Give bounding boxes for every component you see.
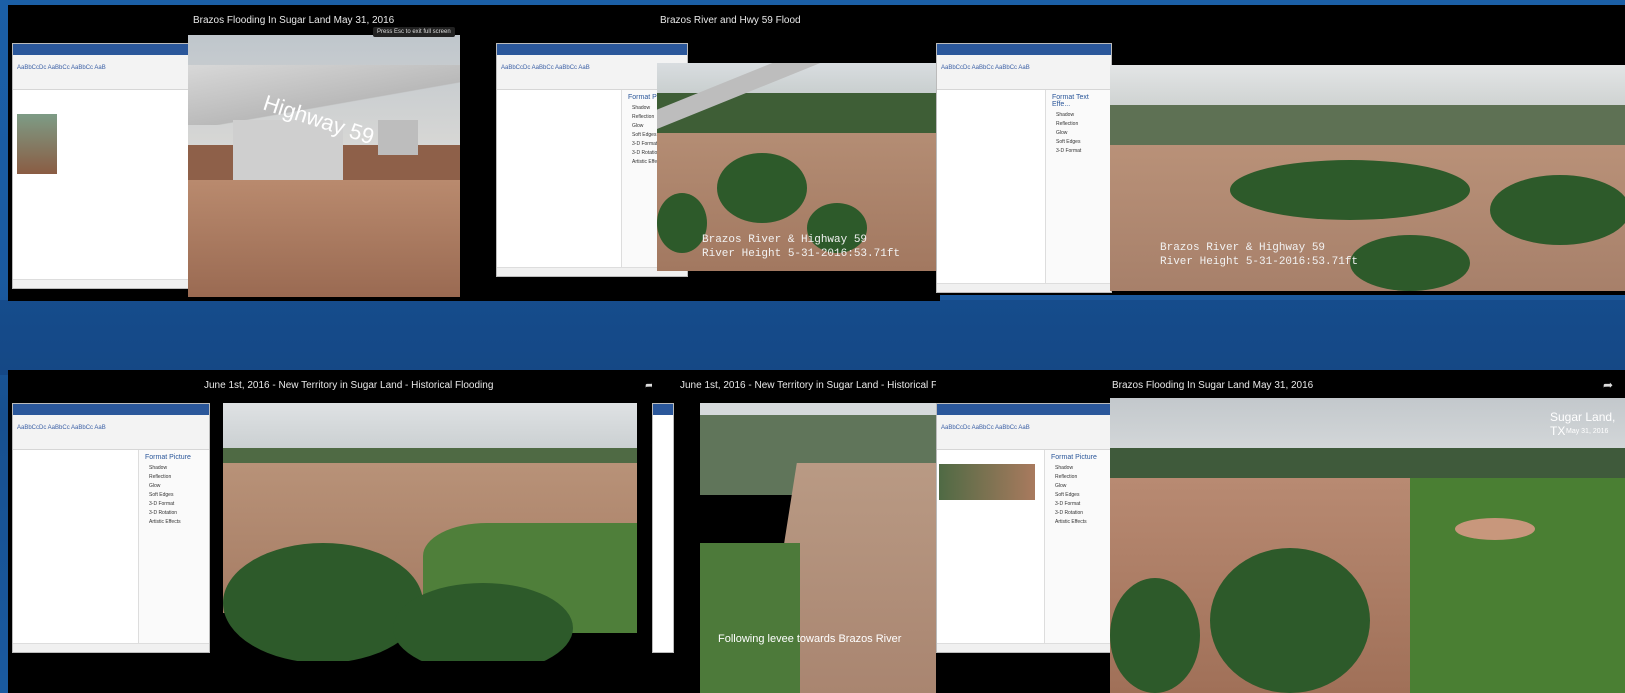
word-window-background: AaBbCcDc AaBbCc AaBbCc AaB Format Pictur… bbox=[12, 403, 210, 653]
thumbnail-image bbox=[17, 114, 57, 174]
format-text-effects-pane: Format Text Effe... Shadow Reflection Gl… bbox=[1045, 90, 1111, 284]
video-panel-bottom-1[interactable]: AaBbCcDc AaBbCc AaBbCc AaB Format Pictur… bbox=[8, 370, 668, 693]
format-picture-pane: Format Picture Shadow Reflection Glow So… bbox=[1044, 450, 1111, 644]
fullscreen-hint: Press Esc to exit full screen bbox=[373, 27, 455, 37]
word-window-background: AaBbCcDc AaBbCc AaBbCc AaB Format Pictur… bbox=[936, 403, 1112, 653]
river-height-caption: Brazos River & Highway 59 River Height 5… bbox=[1160, 242, 1359, 268]
word-window-background: AaBbCcDc AaBbCc AaBbCc AaB bbox=[12, 43, 194, 289]
video-panel-bottom-3[interactable]: AaBbCcDc AaBbCc AaBbCc AaB Format Pictur… bbox=[936, 370, 1625, 693]
levee-caption: Following levee towards Brazos River bbox=[718, 633, 902, 645]
baseball-diamond bbox=[1455, 518, 1535, 540]
video-panel-bottom-2[interactable]: Following levee towards Brazos River Jun… bbox=[652, 370, 942, 693]
panel-title: June 1st, 2016 - New Territory in Sugar … bbox=[680, 380, 942, 391]
highway-59-photo: Highway 59 bbox=[188, 35, 460, 297]
park-field bbox=[1410, 478, 1625, 693]
new-territory-aerial-photo bbox=[223, 403, 637, 661]
levee-aerial-photo: Following levee towards Brazos River bbox=[700, 403, 942, 693]
panel-title: Brazos Flooding In Sugar Land May 31, 20… bbox=[193, 15, 395, 26]
video-panel-top-2[interactable]: AaBbCcDc AaBbCc AaBbCc AaB Format Pictur… bbox=[462, 5, 940, 301]
word-window-background: AaBbCcDc AaBbCc AaBbCc AaB Format Text E… bbox=[936, 43, 1112, 293]
sugar-land-park-photo: Sugar Land, TX May 31, 2016 bbox=[1110, 398, 1625, 693]
panel-title: June 1st, 2016 - New Territory in Sugar … bbox=[204, 380, 494, 391]
share-icon[interactable]: ➦ bbox=[1603, 378, 1613, 392]
video-panel-top-1[interactable]: AaBbCcDc AaBbCc AaBbCc AaB Highway 59 Br… bbox=[8, 5, 464, 301]
background-band bbox=[0, 300, 1625, 375]
date-label: May 31, 2016 bbox=[1566, 428, 1609, 435]
panel-title: Brazos Flooding In Sugar Land May 31, 20… bbox=[1112, 380, 1314, 391]
brazos-aerial-photo: Brazos River & Highway 59 River Height 5… bbox=[657, 63, 940, 271]
format-picture-pane: Format Picture Shadow Reflection Glow So… bbox=[138, 450, 209, 644]
panel-title: Brazos River and Hwy 59 Flood bbox=[660, 15, 801, 26]
styles-sample: AaBbCcDc AaBbCc AaBbCc AaB bbox=[17, 65, 106, 71]
thumbnail-image bbox=[939, 464, 1035, 500]
river-height-caption: Brazos River & Highway 59 River Height 5… bbox=[702, 234, 901, 260]
brazos-aerial-photo-wide: Brazos River & Highway 59 River Height 5… bbox=[1110, 65, 1625, 291]
word-window-background bbox=[652, 403, 674, 653]
video-panel-top-3[interactable]: AaBbCcDc AaBbCc AaBbCc AaB Format Text E… bbox=[936, 5, 1625, 295]
levee-grass bbox=[700, 543, 800, 693]
